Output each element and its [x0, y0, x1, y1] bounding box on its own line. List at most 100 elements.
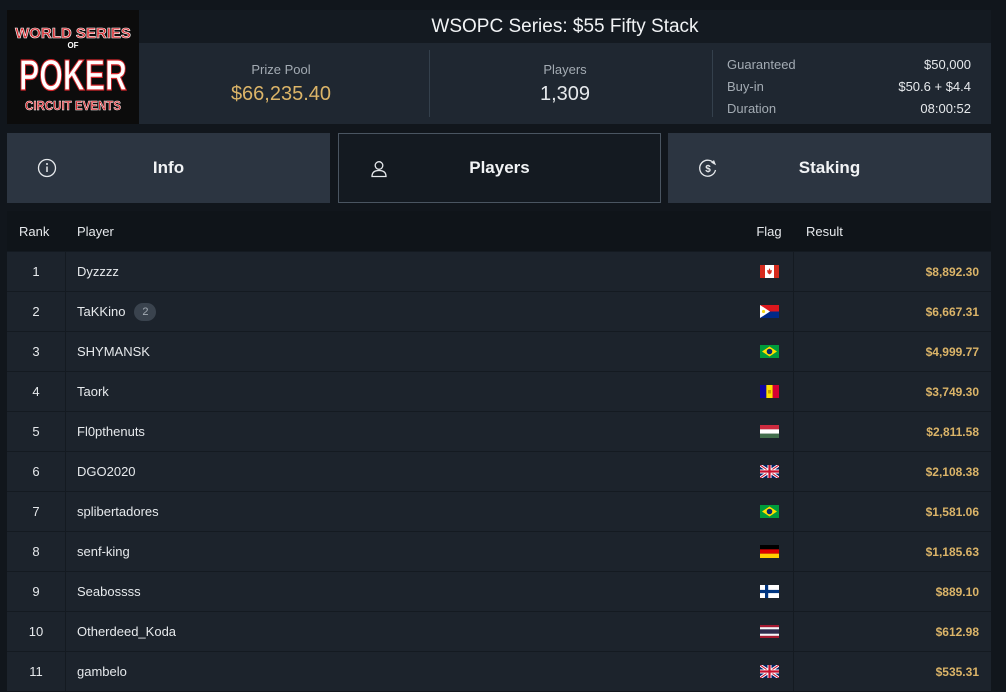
header-result[interactable]: Result	[793, 211, 979, 251]
tournament-title: WSOPC Series: $55 Fifty Stack	[139, 10, 991, 43]
rank-cell: 3	[32, 344, 40, 359]
player-cell[interactable]: Otherdeed_Koda	[77, 612, 677, 651]
flag-united-kingdom-icon	[759, 465, 779, 478]
player-name[interactable]: SHYMANSK	[77, 344, 150, 359]
tab-bar: Info Players $ Staking	[7, 133, 991, 203]
result-cell: $4,999.77	[925, 344, 979, 359]
detail-value: $50,000	[924, 56, 971, 72]
flag-united-kingdom-icon	[759, 665, 779, 678]
column-divider	[65, 412, 66, 451]
flag-cell	[745, 412, 793, 451]
column-divider	[65, 532, 66, 571]
result-cell: $6,667.31	[925, 304, 979, 319]
detail-buy-in: Buy-in $50.6 + $4.4	[727, 75, 971, 97]
table-row[interactable]: 7 splibertadores $1,581.06	[7, 491, 991, 531]
column-divider	[65, 612, 66, 651]
header-player[interactable]: Player	[77, 211, 677, 251]
flag-canada-icon	[759, 265, 779, 278]
prize-pool-value: $66,235.40	[230, 82, 332, 105]
tab-staking-label: Staking	[798, 158, 861, 177]
flag-hungary-icon	[759, 425, 779, 438]
flag-cell	[745, 372, 793, 411]
detail-guaranteed: Guaranteed $50,000	[727, 53, 971, 75]
player-name[interactable]: DGO2020	[77, 464, 136, 479]
result-cell: $1,185.63	[925, 544, 979, 559]
table-row[interactable]: 9 Seabossss $889.10	[7, 571, 991, 611]
player-name[interactable]: Fl0pthenuts	[77, 424, 145, 439]
player-name[interactable]: TaKKino	[77, 304, 125, 319]
column-divider	[65, 372, 66, 411]
detail-duration: Duration 08:00:52	[727, 97, 971, 119]
player-cell[interactable]: Taork	[77, 372, 677, 411]
flag-brazil-icon	[759, 345, 779, 358]
player-cell[interactable]: senf-king	[77, 532, 677, 571]
players-stat: Players 1,309	[423, 43, 707, 124]
wsop-logo: WORLD SERIES OF POKER CIRCUIT EVENTS	[7, 10, 139, 124]
column-divider	[65, 492, 66, 531]
flag-cell	[745, 612, 793, 651]
flag-cell	[745, 292, 793, 331]
rank-cell: 1	[32, 264, 40, 279]
player-name[interactable]: gambelo	[77, 664, 127, 679]
table-row[interactable]: 3 SHYMANSK $4,999.77	[7, 331, 991, 371]
table-row[interactable]: 5 Fl0pthenuts $2,811.58	[7, 411, 991, 451]
player-cell[interactable]: gambelo	[77, 652, 677, 691]
header-flag[interactable]: Flag	[745, 211, 793, 251]
prize-pool-label: Prize Pool	[251, 61, 311, 77]
info-icon	[37, 158, 57, 178]
flag-brazil-icon	[759, 505, 779, 518]
player-cell[interactable]: splibertadores	[77, 492, 677, 531]
player-cell[interactable]: Fl0pthenuts	[77, 412, 677, 451]
logo-line4: CIRCUIT EVENTS	[25, 98, 121, 113]
player-name[interactable]: splibertadores	[77, 504, 159, 519]
rank-cell: 11	[29, 664, 43, 679]
tab-staking[interactable]: $ Staking	[668, 133, 991, 203]
flag-cell	[745, 492, 793, 531]
flag-cell	[745, 572, 793, 611]
player-name[interactable]: Otherdeed_Koda	[77, 624, 176, 639]
result-cell: $2,108.38	[925, 464, 979, 479]
table-row[interactable]: 11 gambelo $535.31	[7, 651, 991, 691]
column-divider	[65, 452, 66, 491]
logo-line3: POKER	[19, 51, 127, 100]
player-count-badge: 2	[134, 302, 157, 321]
table-row[interactable]: 6 DGO2020 $2,108.38	[7, 451, 991, 491]
player-name[interactable]: senf-king	[77, 544, 130, 559]
flag-sint-maarten-icon	[759, 305, 779, 318]
result-cell: $612.98	[935, 624, 979, 639]
player-name[interactable]: Taork	[77, 384, 109, 399]
rank-cell: 7	[32, 504, 40, 519]
table-row[interactable]: 2 TaKKino 2 $6,667.31	[7, 291, 991, 331]
detail-value: 08:00:52	[920, 100, 971, 116]
table-row[interactable]: 8 senf-king $1,185.63	[7, 531, 991, 571]
tournament-details: Guaranteed $50,000 Buy-in $50.6 + $4.4 D…	[727, 53, 971, 119]
player-name[interactable]: Seabossss	[77, 584, 141, 599]
column-divider	[65, 292, 66, 331]
user-icon	[371, 161, 387, 178]
result-cell: $535.31	[935, 664, 979, 679]
player-cell[interactable]: DGO2020	[77, 452, 677, 491]
svg-text:$: $	[705, 164, 711, 175]
header-rank[interactable]: Rank	[7, 211, 65, 251]
column-divider	[65, 252, 66, 291]
player-name[interactable]: Dyzzzz	[77, 264, 119, 279]
rank-cell: 4	[32, 384, 40, 399]
player-cell[interactable]: TaKKino 2	[77, 292, 677, 331]
prize-pool-stat: Prize Pool $66,235.40	[139, 43, 423, 124]
tab-info[interactable]: Info	[7, 133, 330, 203]
detail-key: Duration	[727, 100, 777, 116]
players-table: Rank Player Flag Result 1 Dyzzzz $8,892.…	[7, 211, 991, 691]
flag-cell	[745, 252, 793, 291]
result-cell: $1,581.06	[925, 504, 979, 519]
table-row[interactable]: 1 Dyzzzz $8,892.30	[7, 251, 991, 291]
result-cell: $8,892.30	[925, 264, 979, 279]
tab-players[interactable]: Players	[338, 133, 661, 203]
player-cell[interactable]: Seabossss	[77, 572, 677, 611]
table-row[interactable]: 4 Taork $3,749.30	[7, 371, 991, 411]
tab-info-label: Info	[152, 158, 185, 177]
player-cell[interactable]: Dyzzzz	[77, 252, 677, 291]
detail-key: Buy-in	[727, 78, 764, 94]
stats-panel: Prize Pool $66,235.40 Players 1,309 Guar…	[139, 43, 991, 124]
table-row[interactable]: 10 Otherdeed_Koda $612.98	[7, 611, 991, 651]
player-cell[interactable]: SHYMANSK	[77, 332, 677, 371]
